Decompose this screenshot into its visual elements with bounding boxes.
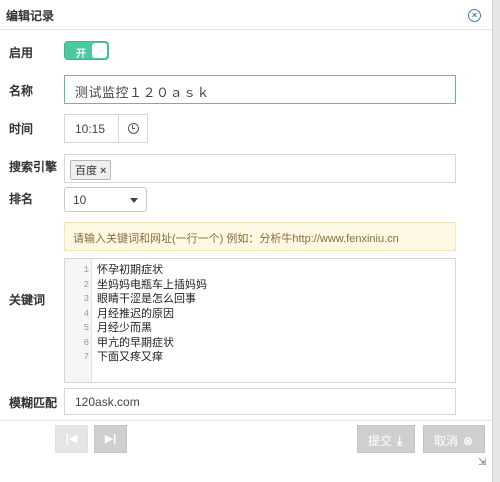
rank-select[interactable]: 10 [64,187,147,212]
enabled-toggle[interactable]: 开 [64,41,109,60]
line-number-gutter: 1 2 3 4 5 6 7 [65,259,92,382]
keyword-line[interactable]: 月经少而黑 [97,321,207,336]
cancel-button[interactable]: 取消 ⊗ [423,425,485,453]
tag-remove-icon[interactable]: × [100,165,106,177]
resize-handle-icon[interactable]: ⇲ [478,458,488,468]
toggle-knob [92,43,107,58]
line-number: 6 [83,337,89,348]
toggle-text: 开 [76,49,86,60]
cancel-label: 取消 [434,434,459,448]
clock-icon [128,123,139,134]
keyword-line[interactable]: 甲亢的早期症状 [97,336,207,351]
keywords-label: 关键词 [9,293,46,307]
last-page-icon: ▶| [104,433,117,445]
time-label: 时间 [9,122,34,136]
download-icon: ⤓ [397,434,403,448]
submit-button[interactable]: 提交 ⤓ [357,425,415,453]
keyword-line[interactable]: 眼睛干涩是怎么回事 [97,292,207,307]
line-number: 3 [83,294,89,304]
keywords-editor[interactable]: 1 2 3 4 5 6 7 怀孕初期症状 坐妈妈电瓶车上插妈妈 眼睛干涩是怎么回… [64,258,456,383]
name-label: 名称 [9,84,34,98]
last-page-button[interactable]: ▶| [94,425,127,453]
name-input[interactable]: 测试监控１２０ａｓｋ [64,75,456,104]
keywords-hint: 请输入关键词和网址(一行一个) 例如：分析牛http://www.fenxini… [64,222,456,251]
fuzzy-match-input[interactable]: 120ask.com [64,388,456,415]
edit-record-dialog: 编辑记录 × 启用 开 名称 测试监控１２０ａｓｋ 时间 10:15 搜索引擎 … [0,0,493,482]
first-page-button[interactable]: |◀ [55,425,88,453]
tag-label: 百度 [75,165,97,177]
dialog-header: 编辑记录 × [0,0,492,30]
line-number: 4 [83,308,89,319]
dialog-title: 编辑记录 [6,9,55,23]
time-picker-button[interactable] [118,114,148,143]
first-page-icon: |◀ [65,433,78,445]
line-number: 5 [83,323,89,333]
fuzzy-match-label: 模糊匹配 [9,396,58,410]
line-number: 7 [83,352,89,362]
rank-selected-value: 10 [73,193,87,207]
search-engine-label: 搜索引擎 [9,160,58,174]
line-number: 1 [83,265,89,275]
line-number: 2 [83,279,89,290]
close-circle-icon: ⊗ [463,434,474,448]
search-engine-tag: 百度 × [70,160,112,180]
keyword-line[interactable]: 下面又疼又痒 [97,350,207,365]
keyword-line[interactable]: 怀孕初期症状 [97,263,207,278]
enabled-label: 启用 [9,46,34,60]
submit-label: 提交 [368,434,393,448]
chevron-down-icon [130,198,138,203]
keyword-line[interactable]: 坐妈妈电瓶车上插妈妈 [97,278,207,293]
close-icon[interactable]: × [468,9,481,22]
time-input[interactable]: 10:15 [64,114,119,143]
keyword-line[interactable]: 月经推迟的原因 [97,307,207,322]
search-engine-tag-input[interactable]: 百度 × [64,154,456,183]
rank-label: 排名 [9,192,34,206]
